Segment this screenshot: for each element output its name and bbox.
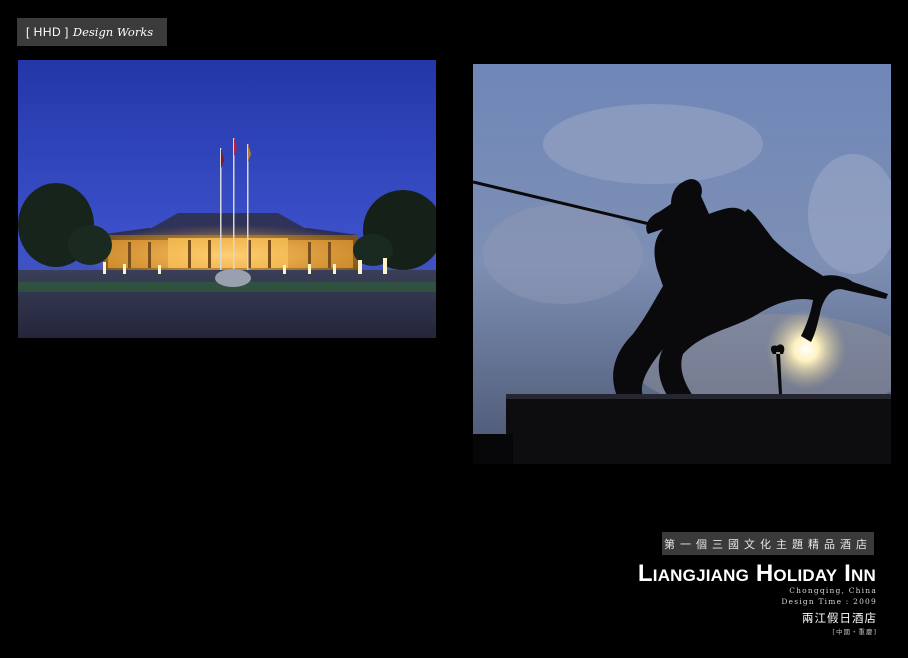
- brand-label: [ HHD ]: [26, 25, 69, 39]
- project-name-cn: 兩江假日酒店: [802, 611, 877, 625]
- design-time-label: Design Time : 2009: [781, 597, 877, 606]
- hotel-night-photo: [18, 60, 436, 338]
- location-label: Chongqing, China: [789, 586, 877, 595]
- location-cn: [中國・重慶]: [832, 628, 877, 636]
- subtitle-band: 第一個三國文化主題精品酒店: [662, 532, 874, 555]
- header-tag: [ HHD ] Design Works: [17, 18, 167, 46]
- design-works-label: Design Works: [72, 25, 154, 39]
- subtitle-cn: 第一個三國文化主題精品酒店: [664, 537, 872, 551]
- project-title: Liangjiang Holiday Inn: [637, 560, 876, 587]
- statue-silhouette-photo: [473, 64, 891, 464]
